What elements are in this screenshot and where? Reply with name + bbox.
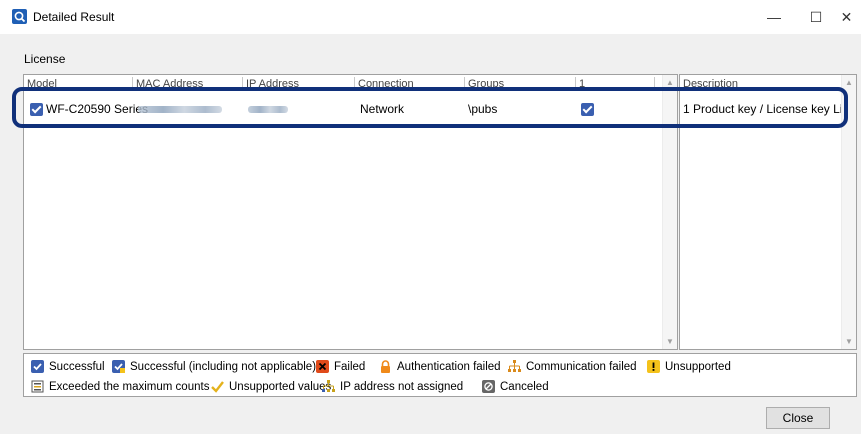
close-button[interactable]: Close [766,407,830,429]
cell-groups: \pubs [468,102,498,116]
list-icon [31,380,44,393]
cell-connection: Network [360,102,405,116]
column-header-description[interactable]: Description [680,77,738,89]
results-list[interactable]: Model MAC Address IP Address Connection … [23,74,678,350]
legend-successful: Successful [31,360,105,373]
minimize-button[interactable]: — [754,0,794,34]
column-header-model[interactable]: Model [24,77,57,89]
description-scrollbar[interactable]: ▲ ▼ [841,75,856,349]
legend-auth-failed: Authentication failed [379,360,501,373]
failed-x-icon [316,360,329,373]
list-scrollbar[interactable]: ▲ ▼ [662,75,677,349]
minimize-icon: — [767,9,781,25]
description-row: 1 Product key / License key List [683,102,852,116]
maximize-icon: ☐ [809,8,823,25]
cell-1-checkbox-icon[interactable] [581,103,594,116]
app-icon [12,9,27,24]
window-title: Detailed Result [33,10,115,24]
section-label: License [24,52,66,66]
legend-canceled: Canceled [482,380,549,393]
title-bar: Detailed Result — ☐ ✕ [0,0,861,34]
success-check-icon [31,360,44,373]
column-header-1[interactable]: 1 [575,77,585,89]
legend-exceeded-max: Exceeded the maximum counts [31,380,209,393]
column-header-mac[interactable]: MAC Address [132,77,203,89]
cancel-icon [482,380,495,393]
exclamation-icon [647,360,660,373]
cell-mac-redacted [138,106,222,113]
legend-unsupported-values: Unsupported values [211,380,331,393]
legend-successful-partial: Successful (including not applicable) [112,360,316,373]
description-header: Description [680,75,856,90]
legend-failed: Failed [316,360,365,373]
column-header-extra[interactable] [654,77,658,89]
lock-icon [379,360,392,373]
table-row[interactable]: WF-C20590 Series Network \pubs [26,96,646,124]
column-header-connection[interactable]: Connection [354,77,414,89]
cell-model: WF-C20590 Series [46,102,149,116]
status-legend: Successful Successful (including not app… [23,353,857,397]
ip-network-icon [322,380,335,393]
maximize-button[interactable]: ☐ [796,0,836,34]
network-icon [508,360,521,373]
desc-scroll-down-icon[interactable]: ▼ [845,337,853,346]
row-checkbox-icon[interactable] [30,103,43,116]
legend-comm-failed: Communication failed [508,360,637,373]
legend-ip-not-assigned: IP address not assigned [322,380,463,393]
column-header-ip[interactable]: IP Address [242,77,299,89]
success-partial-icon [112,360,125,373]
close-window-button[interactable]: ✕ [832,0,861,34]
scroll-down-icon[interactable]: ▼ [666,337,674,346]
description-panel[interactable]: Description 1 Product key / License key … [679,74,857,350]
detailed-result-window: Detailed Result — ☐ ✕ License Model MAC … [0,0,861,434]
scroll-up-icon[interactable]: ▲ [666,78,674,87]
column-header-groups[interactable]: Groups [464,77,504,89]
list-header: Model MAC Address IP Address Connection … [24,75,677,90]
cell-ip-redacted [248,106,288,113]
legend-unsupported: Unsupported [647,360,731,373]
checkmark-yellow-icon [211,380,224,393]
close-icon: ✕ [840,8,853,25]
desc-scroll-up-icon[interactable]: ▲ [845,78,853,87]
